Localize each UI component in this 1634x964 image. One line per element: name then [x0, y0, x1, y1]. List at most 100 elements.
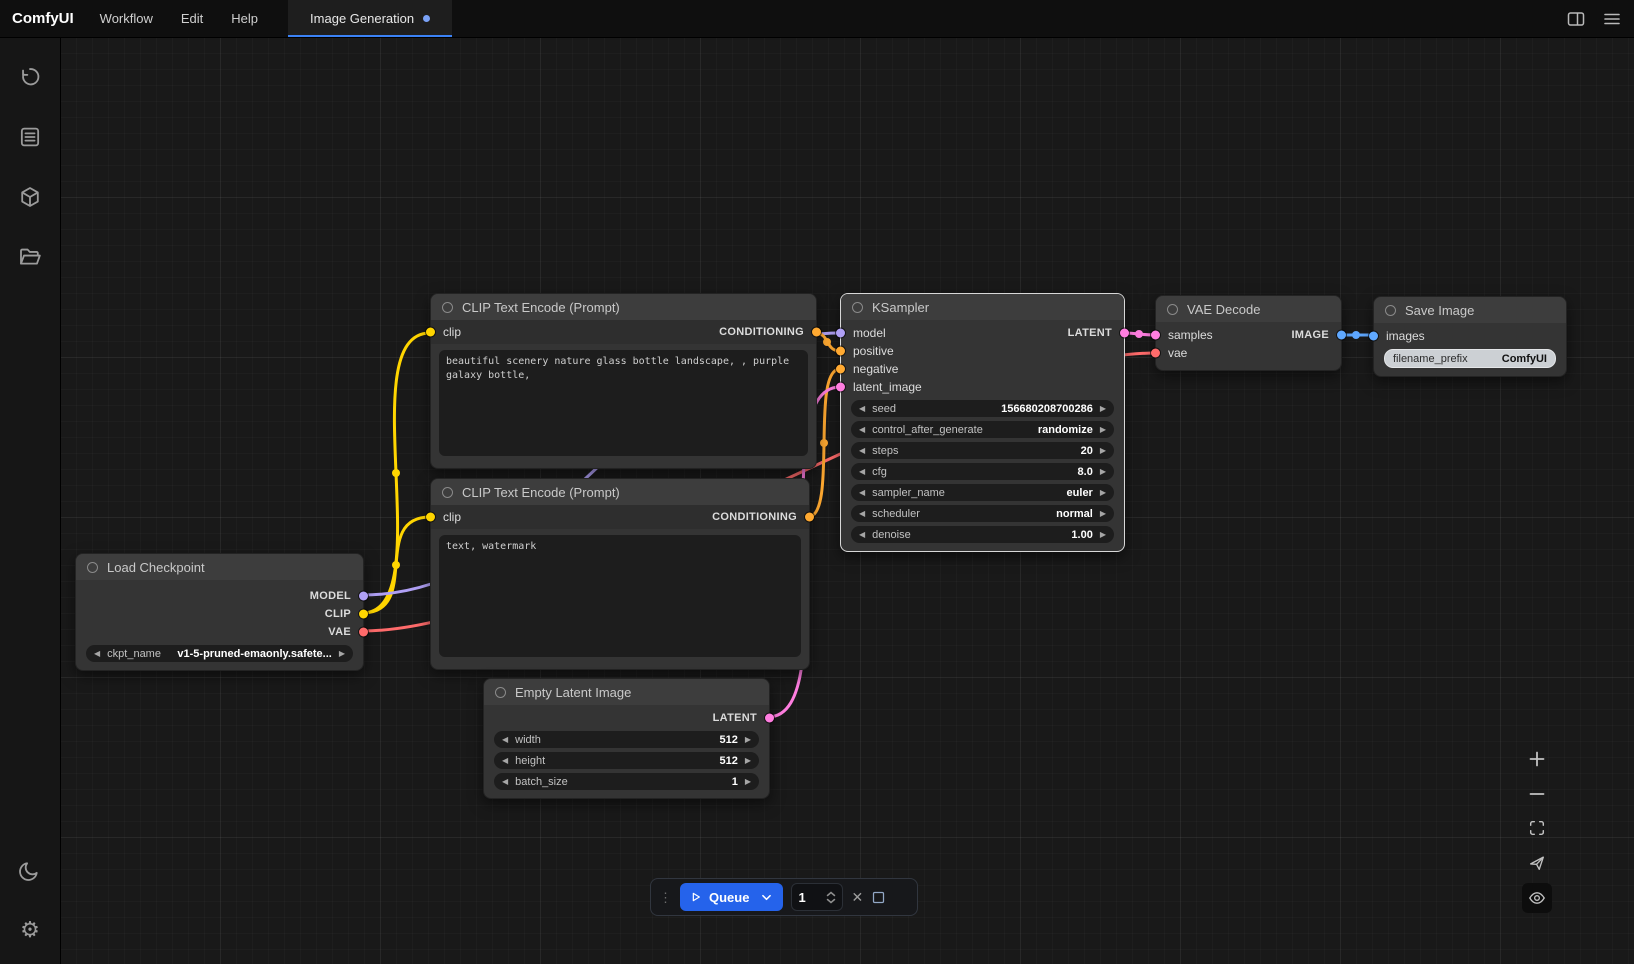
zoom-out-button[interactable] [1522, 779, 1552, 809]
node-library-folder-icon[interactable] [10, 237, 50, 277]
drag-handle-icon[interactable]: ⋮ [659, 891, 672, 904]
collapse-dot-icon[interactable] [442, 487, 453, 498]
slot-dot-latent-output[interactable] [1120, 329, 1129, 338]
node-load-checkpoint[interactable]: Load Checkpoint MODEL CLIP VAE ◀ ckpt_na… [75, 553, 364, 671]
toggle-visibility-eye-button[interactable] [1522, 883, 1552, 913]
slot-dot-model[interactable] [359, 592, 368, 601]
slot-dot-clip-input[interactable] [426, 513, 435, 522]
widget-cfg[interactable]: ◀ cfg 8.0 ▶ [851, 463, 1114, 480]
node-empty-latent-image[interactable]: Empty Latent Image LATENT ◀ width 512 ▶ … [483, 678, 770, 799]
node-header[interactable]: VAE Decode [1156, 296, 1341, 322]
tab-label: Image Generation [310, 11, 414, 26]
arrow-left-icon[interactable]: ◀ [859, 426, 865, 434]
collapse-dot-icon[interactable] [1167, 304, 1178, 315]
theme-moon-icon[interactable] [10, 850, 50, 890]
arrow-right-icon[interactable]: ▶ [1100, 447, 1106, 455]
node-vae-decode[interactable]: VAE Decode samples IMAGE vae [1155, 295, 1342, 371]
toggle-panel-icon[interactable] [1566, 9, 1586, 29]
arrow-right-icon[interactable]: ▶ [339, 650, 345, 658]
prompt-textarea[interactable]: beautiful scenery nature glass bottle la… [439, 350, 808, 456]
queue-button[interactable]: Queue [680, 883, 783, 911]
arrow-right-icon[interactable]: ▶ [745, 757, 751, 765]
arrow-left-icon[interactable]: ◀ [859, 468, 865, 476]
collapse-dot-icon[interactable] [87, 562, 98, 573]
batch-count-input[interactable]: 1 [791, 883, 843, 911]
arrow-left-icon[interactable]: ◀ [859, 510, 865, 518]
arrow-left-icon[interactable]: ◀ [859, 531, 865, 539]
widget-height[interactable]: ◀ height 512 ▶ [494, 752, 759, 769]
node-header[interactable]: CLIP Text Encode (Prompt) [431, 294, 816, 320]
widget-seed[interactable]: ◀ seed 156680208700286 ▶ [851, 400, 1114, 417]
widget-filename-prefix[interactable]: filename_prefix ComfyUI [1384, 349, 1556, 368]
tab-image-generation[interactable]: Image Generation [288, 0, 452, 37]
hamburger-menu-icon[interactable] [1602, 9, 1622, 29]
arrow-right-icon[interactable]: ▶ [745, 736, 751, 744]
widget-steps[interactable]: ◀ steps 20 ▶ [851, 442, 1114, 459]
widget-scheduler[interactable]: ◀ scheduler normal ▶ [851, 505, 1114, 522]
stepper-down-icon[interactable] [826, 898, 836, 904]
arrow-left-icon[interactable]: ◀ [859, 447, 865, 455]
menu-workflow[interactable]: Workflow [100, 11, 153, 26]
slot-dot-conditioning-output[interactable] [805, 513, 814, 522]
widget-sampler-name[interactable]: ◀ sampler_name euler ▶ [851, 484, 1114, 501]
node-clip-text-encode-negative[interactable]: CLIP Text Encode (Prompt) clip CONDITION… [430, 478, 810, 670]
cancel-run-icon[interactable]: ✕ [851, 889, 863, 906]
arrow-right-icon[interactable]: ▶ [1100, 405, 1106, 413]
arrow-left-icon[interactable]: ◀ [502, 736, 508, 744]
slot-dot-model-input[interactable] [836, 329, 845, 338]
node-header[interactable]: CLIP Text Encode (Prompt) [431, 479, 809, 505]
model-library-cube-icon[interactable] [10, 177, 50, 217]
arrow-right-icon[interactable]: ▶ [1100, 489, 1106, 497]
prompt-textarea[interactable]: text, watermark [439, 535, 801, 657]
node-header[interactable]: Load Checkpoint [76, 554, 363, 580]
arrow-left-icon[interactable]: ◀ [859, 489, 865, 497]
settings-gear-icon[interactable]: ⚙ [10, 910, 50, 950]
arrow-right-icon[interactable]: ▶ [1100, 510, 1106, 518]
fit-view-button[interactable] [1522, 813, 1552, 843]
navigation-arrow-icon[interactable] [1522, 848, 1552, 878]
arrow-right-icon[interactable]: ▶ [745, 778, 751, 786]
collapse-dot-icon[interactable] [852, 302, 863, 313]
widget-ckpt-name[interactable]: ◀ ckpt_name v1-5-pruned-emaonly.safete..… [86, 645, 353, 662]
collapse-dot-icon[interactable] [442, 302, 453, 313]
node-header[interactable]: Empty Latent Image [484, 679, 769, 705]
stepper-up-icon[interactable] [826, 891, 836, 897]
widget-denoise[interactable]: ◀ denoise 1.00 ▶ [851, 526, 1114, 543]
stop-square-icon[interactable] [871, 890, 886, 905]
widget-control-after-generate[interactable]: ◀ control_after_generate randomize ▶ [851, 421, 1114, 438]
slot-dot-negative-input[interactable] [836, 365, 845, 374]
arrow-left-icon[interactable]: ◀ [502, 757, 508, 765]
slot-dot-latent-output[interactable] [765, 714, 774, 723]
node-ksampler[interactable]: KSampler model LATENT positive negative … [840, 293, 1125, 552]
widget-width[interactable]: ◀ width 512 ▶ [494, 731, 759, 748]
slot-dot-clip[interactable] [359, 610, 368, 619]
workflows-history-icon[interactable] [10, 57, 50, 97]
slot-dot-latent-image-input[interactable] [836, 383, 845, 392]
zoom-in-button[interactable] [1522, 744, 1552, 774]
node-save-image[interactable]: Save Image images filename_prefix ComfyU… [1373, 296, 1567, 377]
arrow-left-icon[interactable]: ◀ [502, 778, 508, 786]
slot-dot-image-output[interactable] [1337, 331, 1346, 340]
collapse-dot-icon[interactable] [495, 687, 506, 698]
slot-dot-clip-input[interactable] [426, 328, 435, 337]
arrow-left-icon[interactable]: ◀ [94, 650, 100, 658]
slot-dot-vae-input[interactable] [1151, 349, 1160, 358]
node-header[interactable]: KSampler [841, 294, 1124, 320]
arrow-right-icon[interactable]: ▶ [1100, 426, 1106, 434]
slot-dot-images-input[interactable] [1369, 332, 1378, 341]
arrow-left-icon[interactable]: ◀ [859, 405, 865, 413]
slot-dot-samples-input[interactable] [1151, 331, 1160, 340]
node-clip-text-encode-positive[interactable]: CLIP Text Encode (Prompt) clip CONDITION… [430, 293, 817, 469]
arrow-right-icon[interactable]: ▶ [1100, 468, 1106, 476]
slot-dot-positive-input[interactable] [836, 347, 845, 356]
node-header[interactable]: Save Image [1374, 297, 1566, 323]
queue-list-icon[interactable] [10, 117, 50, 157]
menu-edit[interactable]: Edit [181, 11, 203, 26]
menu-help[interactable]: Help [231, 11, 258, 26]
slot-dot-vae[interactable] [359, 628, 368, 637]
collapse-dot-icon[interactable] [1385, 305, 1396, 316]
arrow-right-icon[interactable]: ▶ [1100, 531, 1106, 539]
chevron-down-icon[interactable] [760, 891, 773, 904]
widget-batch-size[interactable]: ◀ batch_size 1 ▶ [494, 773, 759, 790]
slot-dot-conditioning-output[interactable] [812, 328, 821, 337]
